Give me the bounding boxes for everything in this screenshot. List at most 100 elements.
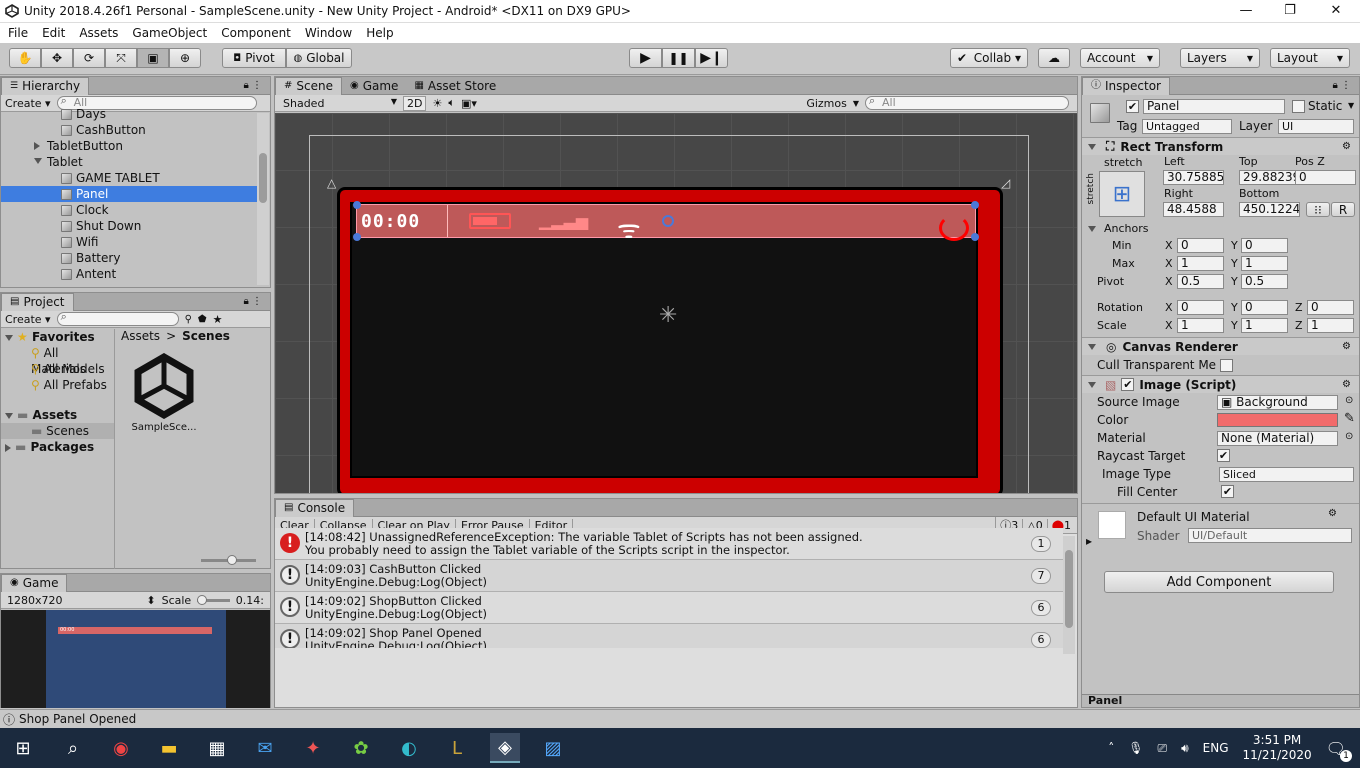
- anchor-preset-button[interactable]: ⊞: [1099, 171, 1145, 217]
- tab-hierarchy[interactable]: ☰ Hierarchy: [1, 76, 90, 95]
- network-icon[interactable]: ⎚: [1157, 741, 1167, 756]
- posz-field[interactable]: 0: [1295, 170, 1356, 185]
- explorer-taskbar-button[interactable]: ▬: [154, 733, 184, 763]
- rect-handle-tl[interactable]: [353, 201, 361, 209]
- component-menu-icon[interactable]: ⚙: [1328, 508, 1337, 519]
- layer-dropdown[interactable]: UI: [1278, 119, 1354, 134]
- favorite-star-icon[interactable]: ★: [213, 313, 223, 326]
- hierarchy-scroll-thumb[interactable]: [259, 153, 267, 203]
- eyedropper-icon[interactable]: ✎: [1344, 411, 1355, 426]
- console-log-entry[interactable]: ! [14:09:03] CashButton Clicked UnityEngin…: [275, 560, 1063, 592]
- tag-dropdown[interactable]: Untagged: [1142, 119, 1232, 134]
- anchor-max-x-field[interactable]: 1: [1177, 256, 1224, 271]
- collab-dropdown[interactable]: ✔ Collab ▾: [950, 48, 1028, 68]
- object-picker-icon[interactable]: ⊙: [1345, 395, 1353, 406]
- favorite-item[interactable]: ⚲ All Models: [1, 361, 114, 377]
- resolution-dropdown[interactable]: 1280x720 ⬍: [7, 594, 156, 607]
- console-scrollbar[interactable]: [1063, 536, 1075, 654]
- component-menu-icon[interactable]: ⚙: [1342, 141, 1351, 152]
- fill-center-checkbox[interactable]: ✔: [1221, 485, 1234, 498]
- tab-game-view[interactable]: ◉ Game: [342, 77, 406, 95]
- expand-icon[interactable]: [34, 142, 40, 150]
- microphone-icon[interactable]: 🎙︎: [1128, 741, 1143, 755]
- clock[interactable]: 3:51 PM 11/21/2020: [1243, 733, 1312, 763]
- left-field[interactable]: 30.75885: [1163, 170, 1224, 185]
- material-field[interactable]: None (Material): [1217, 431, 1338, 446]
- hierarchy-item[interactable]: Antent: [1, 266, 258, 281]
- 2d-toggle[interactable]: 2D: [403, 95, 427, 111]
- console-scroll-thumb[interactable]: [1065, 550, 1073, 628]
- step-button[interactable]: ▶❙: [695, 48, 728, 68]
- component-menu-icon[interactable]: ⚙: [1342, 379, 1351, 390]
- scale-x-field[interactable]: 1: [1177, 318, 1224, 333]
- project-create-dropdown[interactable]: Create ▾: [5, 313, 51, 326]
- raycast-checkbox[interactable]: ✔: [1217, 449, 1230, 462]
- object-picker-icon[interactable]: ⊙: [1345, 431, 1353, 442]
- breadcrumb-assets[interactable]: Assets: [121, 329, 160, 343]
- scene-viewport[interactable]: 00:00 ▁▂▃▅ ᯤ ✳ △ ◿: [275, 113, 1077, 493]
- mail-taskbar-button[interactable]: ✉: [250, 733, 280, 763]
- start-button[interactable]: ⊞: [8, 733, 38, 763]
- scene-asset[interactable]: SampleSce...: [129, 352, 199, 433]
- panel-top-bar[interactable]: 00:00 ▁▂▃▅ ᯤ: [353, 201, 979, 243]
- static-checkbox[interactable]: [1292, 100, 1305, 113]
- scale-tool-button[interactable]: ⤧: [105, 48, 137, 68]
- hierarchy-item[interactable]: Wifi: [1, 234, 258, 250]
- filter-type-icon[interactable]: ⚲: [185, 314, 192, 325]
- project-search-input[interactable]: [56, 311, 179, 326]
- rect-handle-br[interactable]: [971, 233, 979, 241]
- anchor-max-y-field[interactable]: 1: [1241, 256, 1288, 271]
- assets-node[interactable]: ▬ Assets: [1, 407, 114, 423]
- image-header[interactable]: ▧ ✔ Image (Script) ⚙: [1082, 375, 1359, 393]
- close-button[interactable]: ✕: [1326, 2, 1346, 20]
- layout-dropdown[interactable]: Layout ▼: [1270, 48, 1350, 68]
- transform-tool-button[interactable]: ⊕: [169, 48, 201, 68]
- rotate-tool-button[interactable]: ⟳: [73, 48, 105, 68]
- blueprint-mode-button[interactable]: ⁝⁝: [1306, 202, 1330, 217]
- console-log-entry[interactable]: ! [14:09:02] ShopButton Clicked UnityEngin…: [275, 592, 1063, 624]
- app-green-taskbar-button[interactable]: ✿: [346, 733, 376, 763]
- rect-transform-header[interactable]: ⛶ Rect Transform ⚙: [1082, 137, 1359, 155]
- bottom-field[interactable]: 450.1224: [1239, 202, 1300, 217]
- pivot-x-field[interactable]: 0.5: [1177, 274, 1224, 289]
- lock-icon[interactable]: 🔒︎ ⋮: [1333, 80, 1352, 91]
- rect-handle-bl[interactable]: [353, 233, 361, 241]
- object-name-field[interactable]: Panel: [1143, 99, 1285, 114]
- lock-icon[interactable]: 🔒︎ ⋮: [244, 80, 263, 91]
- hierarchy-item[interactable]: Shut Down: [1, 218, 258, 234]
- menu-help[interactable]: Help: [359, 23, 400, 43]
- component-menu-icon[interactable]: ⚙: [1342, 341, 1351, 352]
- shading-dropdown[interactable]: Shaded ▼: [283, 97, 397, 110]
- hierarchy-item[interactable]: TabletButton: [1, 138, 258, 154]
- tab-console[interactable]: ▤ Console: [275, 498, 355, 517]
- minimize-button[interactable]: —: [1236, 2, 1256, 20]
- rotation-z-field[interactable]: 0: [1307, 300, 1354, 315]
- rect-tool-button[interactable]: ▣: [137, 48, 169, 68]
- icon-size-slider-thumb[interactable]: [227, 555, 237, 565]
- breadcrumb-scenes[interactable]: Scenes: [182, 329, 230, 343]
- audio-icon[interactable]: 🔈︎: [448, 96, 455, 110]
- tab-inspector[interactable]: ⓘ Inspector: [1082, 76, 1170, 95]
- photos-taskbar-button[interactable]: ▨: [538, 733, 568, 763]
- rotation-x-field[interactable]: 0: [1177, 300, 1224, 315]
- rect-handle-tr[interactable]: [971, 201, 979, 209]
- edge-taskbar-button[interactable]: ◐: [394, 733, 424, 763]
- anchor-min-y-field[interactable]: 0: [1241, 238, 1288, 253]
- scale-slider-thumb[interactable]: [197, 594, 208, 605]
- shader-dropdown[interactable]: UI/Default: [1188, 528, 1352, 543]
- account-dropdown[interactable]: Account ▼: [1080, 48, 1160, 68]
- league-taskbar-button[interactable]: L: [442, 733, 472, 763]
- top-field[interactable]: 29.88239: [1239, 170, 1300, 185]
- rotation-y-field[interactable]: 0: [1241, 300, 1288, 315]
- menu-edit[interactable]: Edit: [35, 23, 72, 43]
- tray-chevron-up-icon[interactable]: ˄: [1108, 741, 1114, 755]
- scale-z-field[interactable]: 1: [1307, 318, 1354, 333]
- tab-project[interactable]: ▤ Project: [1, 292, 74, 311]
- global-button[interactable]: ◍ Global: [286, 48, 352, 68]
- anchor-marker-right-icon[interactable]: ◿: [1001, 176, 1010, 190]
- unity-taskbar-button[interactable]: ◈: [490, 733, 520, 763]
- lock-icon[interactable]: 🔒︎ ⋮: [244, 296, 263, 307]
- chrome-taskbar-button[interactable]: ◉: [106, 733, 136, 763]
- maximize-button[interactable]: ❐: [1280, 2, 1300, 20]
- pivot-handle[interactable]: [662, 215, 674, 227]
